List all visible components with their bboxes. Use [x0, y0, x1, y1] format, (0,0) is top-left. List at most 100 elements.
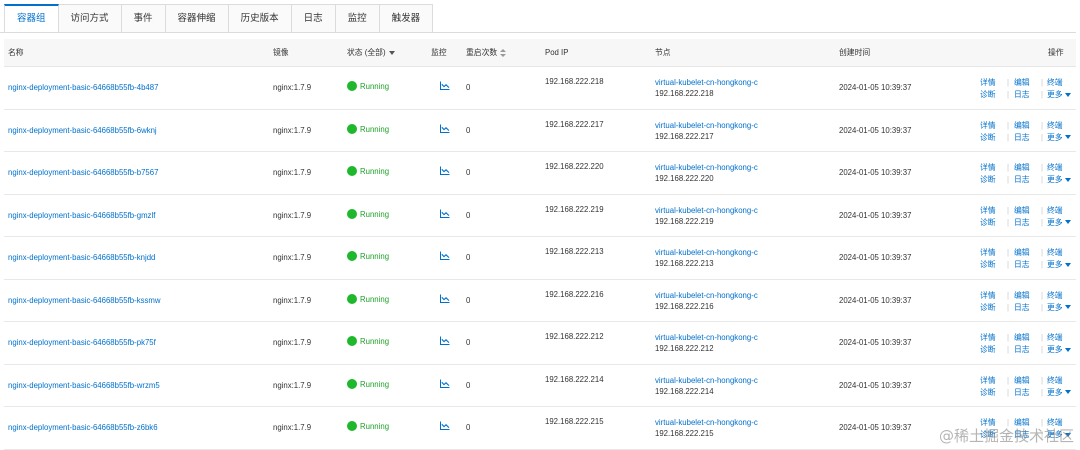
more-dropdown[interactable]: 更多 — [1047, 344, 1071, 356]
tab-events[interactable]: 事件 — [121, 4, 166, 33]
status-text: Running — [360, 124, 390, 134]
monitor-chart-icon[interactable] — [440, 124, 450, 135]
column-status-label: 状态 (全部) — [347, 48, 386, 57]
action-divider: | — [1041, 175, 1044, 184]
diagnose-link[interactable]: 诊断 — [980, 302, 996, 314]
terminal-link[interactable]: 终端 — [1047, 290, 1063, 302]
terminal-link[interactable]: 终端 — [1047, 162, 1063, 174]
node-link[interactable]: virtual-kubelet-cn-hongkong-c — [655, 78, 758, 87]
created-time: 2024-01-05 10:39:37 — [839, 295, 912, 305]
chevron-down-icon — [1064, 347, 1071, 352]
diagnose-link[interactable]: 诊断 — [980, 132, 996, 144]
detail-link[interactable]: 详情 — [980, 77, 996, 89]
monitor-chart-icon[interactable] — [440, 421, 450, 432]
node-link[interactable]: virtual-kubelet-cn-hongkong-c — [655, 376, 758, 385]
table-row: nginx-deployment-basic-64668b55fb-6wknj … — [4, 110, 1076, 152]
node-link[interactable]: virtual-kubelet-cn-hongkong-c — [655, 121, 758, 130]
more-dropdown[interactable]: 更多 — [1047, 89, 1071, 101]
diagnose-link[interactable]: 诊断 — [980, 174, 996, 186]
tab-access[interactable]: 访问方式 — [58, 4, 122, 33]
terminal-link[interactable]: 终端 — [1047, 247, 1063, 259]
edit-link[interactable]: 编辑 — [1014, 375, 1030, 387]
node-link[interactable]: virtual-kubelet-cn-hongkong-c — [655, 206, 758, 215]
more-dropdown[interactable]: 更多 — [1047, 132, 1071, 144]
log-link[interactable]: 日志 — [1014, 259, 1030, 271]
diagnose-link[interactable]: 诊断 — [980, 217, 996, 229]
tab-triggers[interactable]: 触发器 — [379, 4, 434, 33]
terminal-link[interactable]: 终端 — [1047, 77, 1063, 89]
terminal-link[interactable]: 终端 — [1047, 205, 1063, 217]
monitor-chart-icon[interactable] — [440, 166, 450, 177]
terminal-link[interactable]: 终端 — [1047, 120, 1063, 132]
node-link[interactable]: virtual-kubelet-cn-hongkong-c — [655, 248, 758, 257]
monitor-chart-icon[interactable] — [440, 251, 450, 262]
detail-link[interactable]: 详情 — [980, 247, 996, 259]
table-row: nginx-deployment-basic-64668b55fb-wrzm5 … — [4, 365, 1076, 407]
pod-name-link[interactable]: nginx-deployment-basic-64668b55fb-z6bk6 — [8, 423, 158, 432]
tab-pods[interactable]: 容器组 — [4, 4, 59, 33]
edit-link[interactable]: 编辑 — [1014, 290, 1030, 302]
detail-link[interactable]: 详情 — [980, 162, 996, 174]
pod-name-link[interactable]: nginx-deployment-basic-64668b55fb-pk75f — [8, 338, 156, 347]
terminal-link[interactable]: 终端 — [1047, 375, 1063, 387]
monitor-chart-icon[interactable] — [440, 379, 450, 390]
node-ip-value: 192.168.222.212 — [655, 344, 714, 353]
more-dropdown[interactable]: 更多 — [1047, 387, 1071, 399]
more-label: 更多 — [1047, 175, 1063, 184]
status-text: Running — [360, 82, 390, 92]
edit-link[interactable]: 编辑 — [1014, 77, 1030, 89]
node-link[interactable]: virtual-kubelet-cn-hongkong-c — [655, 163, 758, 172]
log-link[interactable]: 日志 — [1014, 344, 1030, 356]
tab-history[interactable]: 历史版本 — [228, 4, 292, 33]
diagnose-link[interactable]: 诊断 — [980, 344, 996, 356]
log-link[interactable]: 日志 — [1014, 132, 1030, 144]
monitor-chart-icon[interactable] — [440, 336, 450, 347]
monitor-chart-icon[interactable] — [440, 294, 450, 305]
pod-name-link[interactable]: nginx-deployment-basic-64668b55fb-wrzm5 — [8, 381, 160, 390]
log-link[interactable]: 日志 — [1014, 302, 1030, 314]
monitor-chart-icon[interactable] — [440, 81, 450, 92]
log-link[interactable]: 日志 — [1014, 217, 1030, 229]
node-link[interactable]: virtual-kubelet-cn-hongkong-c — [655, 333, 758, 342]
edit-link[interactable]: 编辑 — [1014, 120, 1030, 132]
log-link[interactable]: 日志 — [1014, 387, 1030, 399]
chevron-down-icon — [1064, 220, 1071, 225]
pod-name-link[interactable]: nginx-deployment-basic-64668b55fb-knjdd — [8, 253, 155, 262]
more-dropdown[interactable]: 更多 — [1047, 217, 1071, 229]
more-dropdown[interactable]: 更多 — [1047, 174, 1071, 186]
image-value: nginx:1.7.9 — [273, 168, 312, 177]
node-link[interactable]: virtual-kubelet-cn-hongkong-c — [655, 291, 758, 300]
log-link[interactable]: 日志 — [1014, 174, 1030, 186]
terminal-link[interactable]: 终端 — [1047, 332, 1063, 344]
edit-link[interactable]: 编辑 — [1014, 247, 1030, 259]
pod-name-link[interactable]: nginx-deployment-basic-64668b55fb-gmzlf — [8, 211, 155, 220]
tab-scaling[interactable]: 容器伸缩 — [165, 4, 229, 33]
log-link[interactable]: 日志 — [1014, 89, 1030, 101]
more-dropdown[interactable]: 更多 — [1047, 259, 1071, 271]
detail-link[interactable]: 详情 — [980, 375, 996, 387]
detail-link[interactable]: 详情 — [980, 120, 996, 132]
detail-link[interactable]: 详情 — [980, 332, 996, 344]
more-dropdown[interactable]: 更多 — [1047, 302, 1071, 314]
diagnose-link[interactable]: 诊断 — [980, 259, 996, 271]
detail-link[interactable]: 详情 — [980, 205, 996, 217]
detail-link[interactable]: 详情 — [980, 290, 996, 302]
edit-link[interactable]: 编辑 — [1014, 205, 1030, 217]
column-restarts-sort[interactable]: 重启次数 — [466, 39, 507, 66]
pod-name-link[interactable]: nginx-deployment-basic-64668b55fb-b7567 — [8, 168, 158, 177]
pod-name-link[interactable]: nginx-deployment-basic-64668b55fb-kssmw — [8, 296, 161, 305]
status-text: Running — [360, 167, 390, 177]
column-status-filter[interactable]: 状态 (全部) — [347, 39, 395, 66]
action-divider: | — [1007, 175, 1010, 184]
tab-logs[interactable]: 日志 — [291, 4, 336, 33]
pod-name-link[interactable]: nginx-deployment-basic-64668b55fb-6wknj — [8, 126, 157, 135]
monitor-chart-icon[interactable] — [440, 209, 450, 220]
node-link[interactable]: virtual-kubelet-cn-hongkong-c — [655, 418, 758, 427]
tab-monitor[interactable]: 监控 — [335, 4, 380, 33]
diagnose-link[interactable]: 诊断 — [980, 89, 996, 101]
edit-link[interactable]: 编辑 — [1014, 162, 1030, 174]
column-name: 名称 — [8, 48, 24, 57]
edit-link[interactable]: 编辑 — [1014, 332, 1030, 344]
pod-name-link[interactable]: nginx-deployment-basic-64668b55fb-4b487 — [8, 83, 158, 92]
diagnose-link[interactable]: 诊断 — [980, 387, 996, 399]
